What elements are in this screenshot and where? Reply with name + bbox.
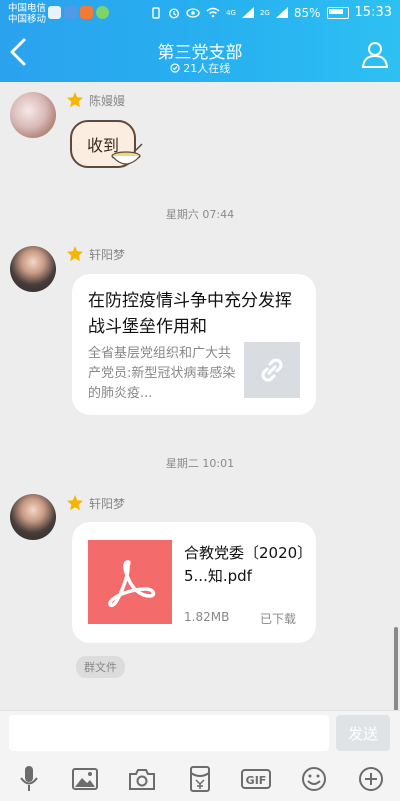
app-notification-icon <box>48 6 61 19</box>
camera-button[interactable] <box>125 763 159 795</box>
camera-icon <box>129 769 155 790</box>
chat-area[interactable]: 陈嫚嫚 收到 星期六 07:44 轩阳梦 在防控疫情斗争中充分发挥战斗堡垒作用和… <box>0 82 400 710</box>
sender-name: 轩阳梦 <box>89 248 126 262</box>
clock: 15:33 <box>354 5 392 20</box>
star-icon <box>67 92 83 108</box>
emoji-icon <box>302 767 326 791</box>
image-icon <box>72 768 98 790</box>
red-packet-icon <box>190 766 210 792</box>
network-1: 4G <box>226 8 236 17</box>
svg-text:GIF: GIF <box>246 774 267 787</box>
group-file-tag[interactable]: 群文件 <box>76 656 125 678</box>
carrier-1: 中国电信 <box>8 3 47 14</box>
avatar[interactable] <box>10 246 56 292</box>
scrollbar[interactable] <box>394 627 398 710</box>
more-button[interactable] <box>354 763 388 795</box>
link-thumbnail <box>244 342 300 398</box>
timestamp: 星期六 07:44 <box>165 208 235 221</box>
link-title: 在防控疫情斗争中充分发挥战斗堡垒作用和 <box>88 291 292 337</box>
carrier-2: 中国移动 <box>8 14 47 25</box>
send-button[interactable]: 发送 <box>336 715 390 751</box>
online-count-text: 21人在线 <box>183 62 231 75</box>
battery-icon <box>326 6 349 19</box>
red-packet-button[interactable] <box>183 763 217 795</box>
signal-icon <box>241 7 254 18</box>
app-notification-icon <box>64 6 77 19</box>
star-icon <box>67 495 83 511</box>
network-2: 2G <box>259 8 270 17</box>
file-size: 1.82MB <box>184 610 230 624</box>
timestamp: 星期二 10:01 <box>165 457 235 470</box>
link-card[interactable]: 在防控疫情斗争中充分发挥战斗堡垒作用和 全省基层党组织和广大共产党员:新型冠状病… <box>72 274 316 415</box>
message-input[interactable] <box>9 715 329 751</box>
pdf-thumbnail <box>88 540 172 624</box>
signal-icon <box>275 7 288 18</box>
wechat-icon <box>96 6 109 19</box>
microphone-icon <box>20 766 38 791</box>
emoji-button[interactable] <box>297 763 331 795</box>
sender-name: 陈嫚嫚 <box>89 94 126 108</box>
sender-name: 轩阳梦 <box>89 497 126 511</box>
plus-icon <box>359 767 383 791</box>
alarm-icon <box>169 7 180 19</box>
input-toolbar: GIF <box>0 759 400 799</box>
app-notification-icon <box>80 6 93 19</box>
avatar[interactable] <box>10 92 56 138</box>
download-status: 已下载 <box>259 612 296 626</box>
carrier-info: 中国电信 中国移动 <box>8 3 46 25</box>
star-icon <box>67 246 83 262</box>
status-right: 4G 2G 85% 15:33 <box>150 5 392 20</box>
gif-button[interactable]: GIF <box>239 763 273 795</box>
eye-icon <box>186 7 200 18</box>
avatar[interactable] <box>10 494 56 540</box>
online-count: 21人在线 <box>0 60 400 76</box>
gif-icon: GIF <box>241 769 271 789</box>
vibrate-icon <box>152 6 160 19</box>
group-members-icon[interactable] <box>360 40 390 68</box>
online-icon <box>170 63 180 73</box>
header-bar: 中国电信 中国移动 4G 2G 85% 15:33 第三党支部 21人在线 <box>0 0 400 82</box>
status-bar: 中国电信 中国移动 4G 2G 85% 15:33 <box>0 0 400 28</box>
voice-button[interactable] <box>12 763 46 795</box>
link-description: 全省基层党组织和广大共产党员:新型冠状病毒感染的肺炎疫... <box>88 346 236 401</box>
file-card[interactable]: 合教党委〔2020〕5...知.pdf 1.82MB 已下载 <box>72 522 316 643</box>
battery-percent: 85% <box>293 5 321 20</box>
bowl-sticker-icon <box>111 143 143 165</box>
wifi-icon <box>206 7 220 18</box>
status-app-icons <box>48 6 109 19</box>
pdf-icon <box>108 560 156 608</box>
link-icon <box>261 358 283 382</box>
file-name: 合教党委〔2020〕5...知.pdf <box>184 544 305 585</box>
image-button[interactable] <box>68 763 102 795</box>
input-bar: 发送 GIF <box>0 710 400 801</box>
